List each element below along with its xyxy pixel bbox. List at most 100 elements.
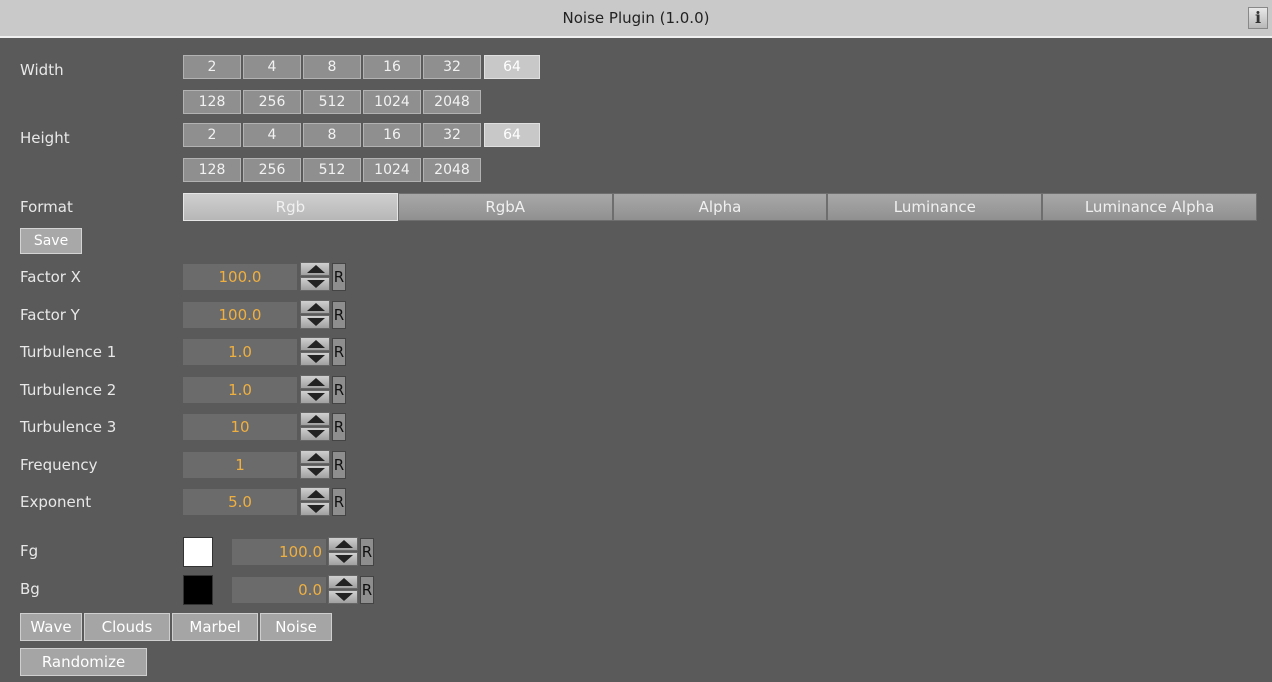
width-option-32[interactable]: 32 [423, 55, 481, 79]
width-option-512[interactable]: 512 [303, 90, 361, 114]
width-option-2048[interactable]: 2048 [423, 90, 481, 114]
arrow-up-icon[interactable] [300, 262, 330, 276]
width-option-128[interactable]: 128 [183, 90, 241, 114]
height-label: Height [20, 129, 70, 147]
factor-x-reset-button[interactable]: R [332, 263, 346, 291]
fg-color-swatch[interactable] [183, 537, 213, 567]
height-option-512[interactable]: 512 [303, 158, 361, 182]
height-option-16[interactable]: 16 [363, 123, 421, 147]
bg-label: Bg [20, 580, 40, 598]
turbulence-2-stepper[interactable] [300, 374, 330, 405]
bg-color-swatch[interactable] [183, 575, 213, 605]
exponent-field[interactable]: 5.0 [183, 489, 297, 515]
save-button[interactable]: Save [20, 228, 82, 254]
factor-x-field[interactable]: 100.0 [183, 264, 297, 290]
arrow-down-icon[interactable] [328, 552, 358, 566]
height-option-64[interactable]: 64 [484, 123, 540, 147]
format-option-alpha[interactable]: Alpha [612, 193, 828, 221]
turbulence-3-label: Turbulence 3 [20, 418, 117, 436]
triangle-up-icon [335, 578, 353, 586]
arrow-up-icon[interactable] [300, 299, 330, 314]
factor-y-field[interactable]: 100.0 [183, 301, 297, 328]
type-wave-button[interactable]: Wave [20, 613, 82, 641]
triangle-up-icon [307, 265, 325, 273]
height-option-1024[interactable]: 1024 [363, 158, 421, 182]
height-option-256[interactable]: 256 [243, 158, 301, 182]
bg-field[interactable]: 0.0 [232, 577, 326, 603]
height-option-2048[interactable]: 2048 [423, 158, 481, 182]
type-marbel-button[interactable]: Marbel [172, 613, 258, 641]
format-option-luminance-alpha[interactable]: Luminance Alpha [1042, 193, 1257, 221]
arrow-up-icon[interactable] [328, 537, 358, 551]
triangle-down-icon [307, 355, 325, 363]
turbulence-1-stepper[interactable] [300, 337, 330, 367]
arrow-up-icon[interactable] [328, 575, 358, 589]
height-option-4[interactable]: 4 [243, 123, 301, 147]
width-option-1024[interactable]: 1024 [363, 90, 421, 114]
title-bar: Noise Plugin (1.0.0) i [0, 0, 1272, 38]
triangle-down-icon [307, 467, 325, 476]
turbulence-3-field[interactable]: 10 [183, 414, 297, 440]
fg-field[interactable]: 100.0 [232, 539, 326, 565]
frequency-field[interactable]: 1 [183, 451, 297, 478]
turbulence-2-reset-button[interactable]: R [332, 375, 346, 404]
arrow-down-icon[interactable] [300, 389, 330, 404]
randomize-button[interactable]: Randomize [20, 648, 147, 676]
exponent-reset-button[interactable]: R [332, 488, 346, 516]
factor-y-reset-button[interactable]: R [332, 300, 346, 329]
turbulence-3-reset-button[interactable]: R [332, 413, 346, 441]
arrow-up-icon[interactable] [300, 337, 330, 351]
height-option-32[interactable]: 32 [423, 123, 481, 147]
format-label: Format [20, 198, 73, 216]
frequency-reset-button[interactable]: R [332, 450, 346, 479]
arrow-up-icon[interactable] [300, 412, 330, 426]
arrow-down-icon[interactable] [300, 314, 330, 329]
type-noise-button[interactable]: Noise [260, 613, 332, 641]
exponent-stepper[interactable] [300, 487, 330, 517]
format-option-luminance[interactable]: Luminance [827, 193, 1043, 221]
width-option-4[interactable]: 4 [243, 55, 301, 79]
arrow-down-icon[interactable] [300, 277, 330, 291]
frequency-stepper[interactable] [300, 449, 330, 480]
fg-stepper[interactable] [328, 537, 358, 567]
arrow-down-icon[interactable] [328, 590, 358, 604]
type-clouds-button[interactable]: Clouds [84, 613, 170, 641]
triangle-down-icon [307, 317, 325, 326]
factor-x-label: Factor X [20, 268, 81, 286]
arrow-down-icon[interactable] [300, 427, 330, 441]
format-option-rgba[interactable]: RgbA [397, 193, 613, 221]
format-option-rgb[interactable]: Rgb [183, 193, 398, 221]
width-label: Width [20, 61, 64, 79]
height-option-128[interactable]: 128 [183, 158, 241, 182]
info-button[interactable]: i [1248, 7, 1268, 29]
width-option-16[interactable]: 16 [363, 55, 421, 79]
turbulence-1-field[interactable]: 1.0 [183, 339, 297, 365]
arrow-up-icon[interactable] [300, 374, 330, 389]
width-option-64[interactable]: 64 [484, 55, 540, 79]
triangle-down-icon [307, 505, 325, 513]
factor-x-stepper[interactable] [300, 262, 330, 292]
turbulence-3-stepper[interactable] [300, 412, 330, 442]
triangle-down-icon [335, 593, 353, 601]
triangle-down-icon [307, 392, 325, 401]
arrow-down-icon[interactable] [300, 502, 330, 516]
height-option-8[interactable]: 8 [303, 123, 361, 147]
turbulence-1-reset-button[interactable]: R [332, 338, 346, 366]
width-option-256[interactable]: 256 [243, 90, 301, 114]
arrow-down-icon[interactable] [300, 464, 330, 479]
turbulence-1-label: Turbulence 1 [20, 343, 117, 361]
triangle-down-icon [335, 555, 353, 563]
factor-y-stepper[interactable] [300, 299, 330, 330]
turbulence-2-field[interactable]: 1.0 [183, 376, 297, 403]
triangle-up-icon [307, 340, 325, 348]
width-option-2[interactable]: 2 [183, 55, 241, 79]
arrow-down-icon[interactable] [300, 352, 330, 366]
arrow-up-icon[interactable] [300, 487, 330, 501]
bg-stepper[interactable] [328, 575, 358, 605]
arrow-up-icon[interactable] [300, 449, 330, 464]
bg-reset-button[interactable]: R [360, 576, 374, 604]
turbulence-2-label: Turbulence 2 [20, 380, 117, 399]
fg-reset-button[interactable]: R [360, 538, 374, 566]
width-option-8[interactable]: 8 [303, 55, 361, 79]
height-option-2[interactable]: 2 [183, 123, 241, 147]
